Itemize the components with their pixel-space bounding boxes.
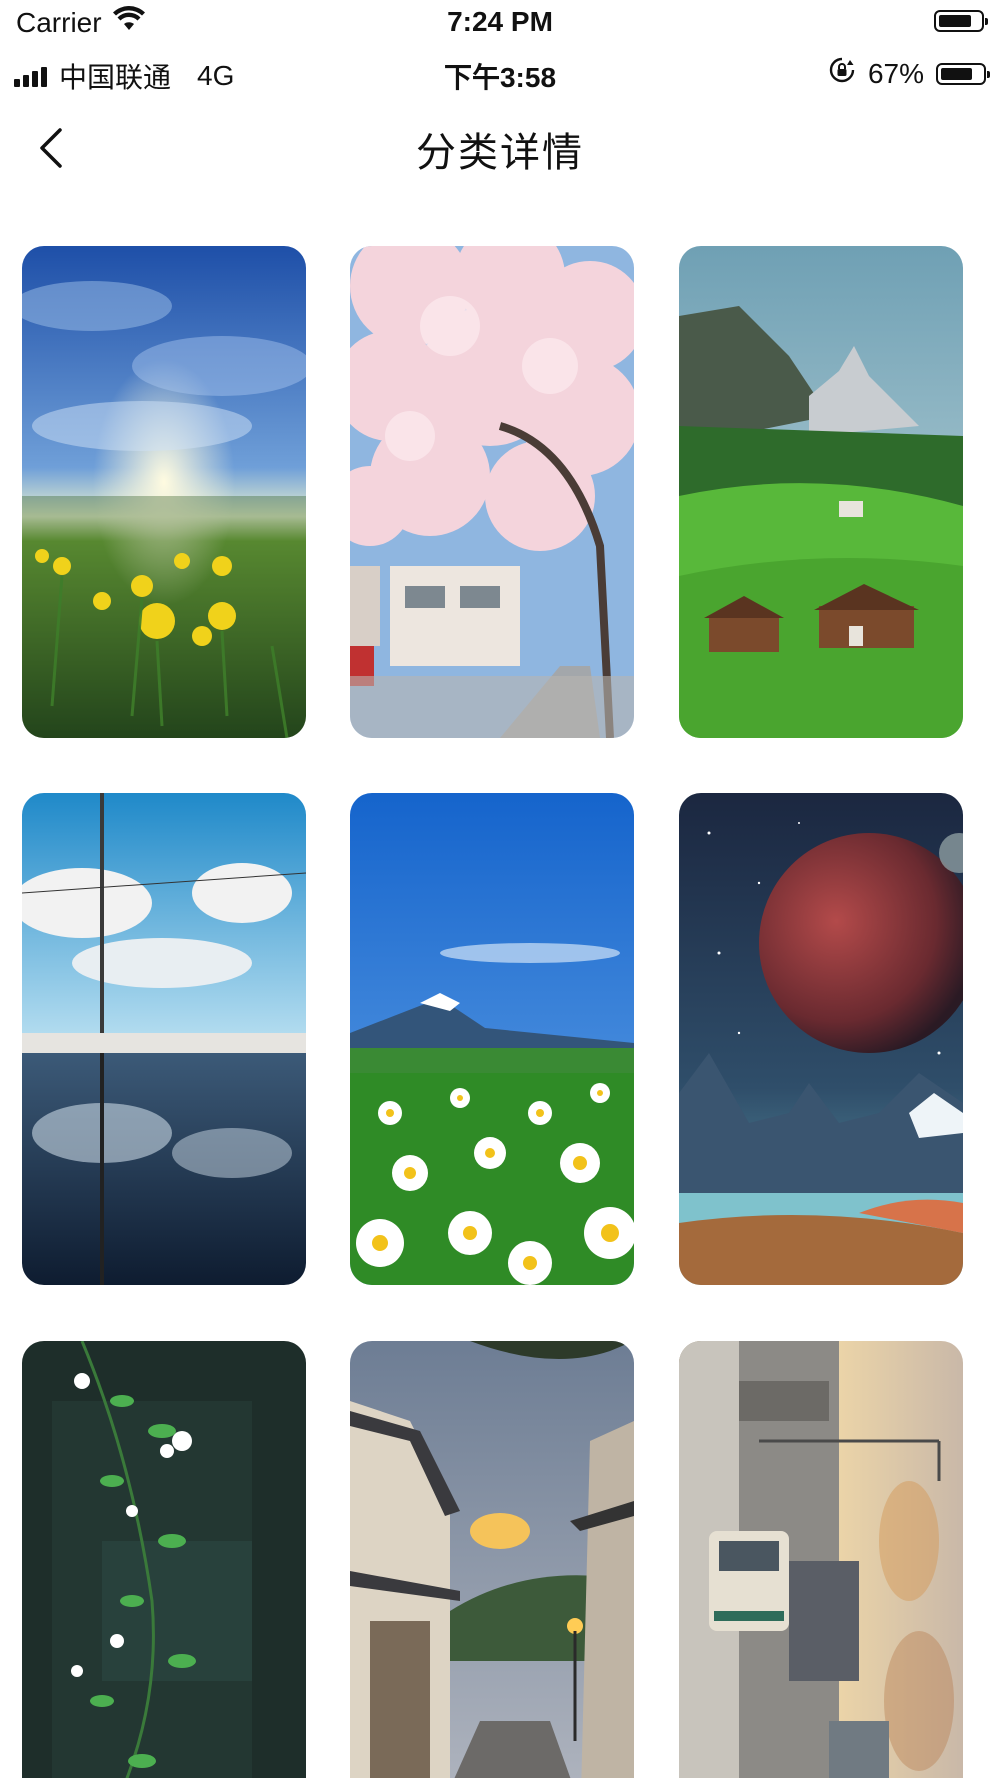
wallpaper-grid <box>0 0 1000 1778</box>
wallpaper-image <box>22 246 306 738</box>
wallpaper-card-cherry-blossom[interactable] <box>350 246 634 738</box>
wallpaper-card-red-planet[interactable] <box>679 793 963 1285</box>
wallpaper-card-daffodil-field[interactable] <box>22 246 306 738</box>
wallpaper-image <box>350 1341 634 1778</box>
wallpaper-card-white-flower-vine[interactable] <box>22 1341 306 1778</box>
category-detail-screen: Carrier 7:24 PM 中国联通 4G 下午3:58 67% 分类详情 <box>0 0 1000 1778</box>
wallpaper-card-city-sunset[interactable] <box>679 1341 963 1778</box>
wallpaper-card-fuji-daisies[interactable] <box>350 793 634 1285</box>
wallpaper-card-japanese-alley[interactable] <box>350 1341 634 1778</box>
wallpaper-image <box>22 793 306 1285</box>
wallpaper-image <box>679 793 963 1285</box>
wallpaper-image <box>350 246 634 738</box>
wallpaper-image <box>679 1341 963 1778</box>
wallpaper-image <box>679 246 963 738</box>
wallpaper-image <box>350 793 634 1285</box>
wallpaper-image <box>22 1341 306 1778</box>
wallpaper-card-puddle-reflection[interactable] <box>22 793 306 1285</box>
wallpaper-card-alpine-meadow[interactable] <box>679 246 963 738</box>
